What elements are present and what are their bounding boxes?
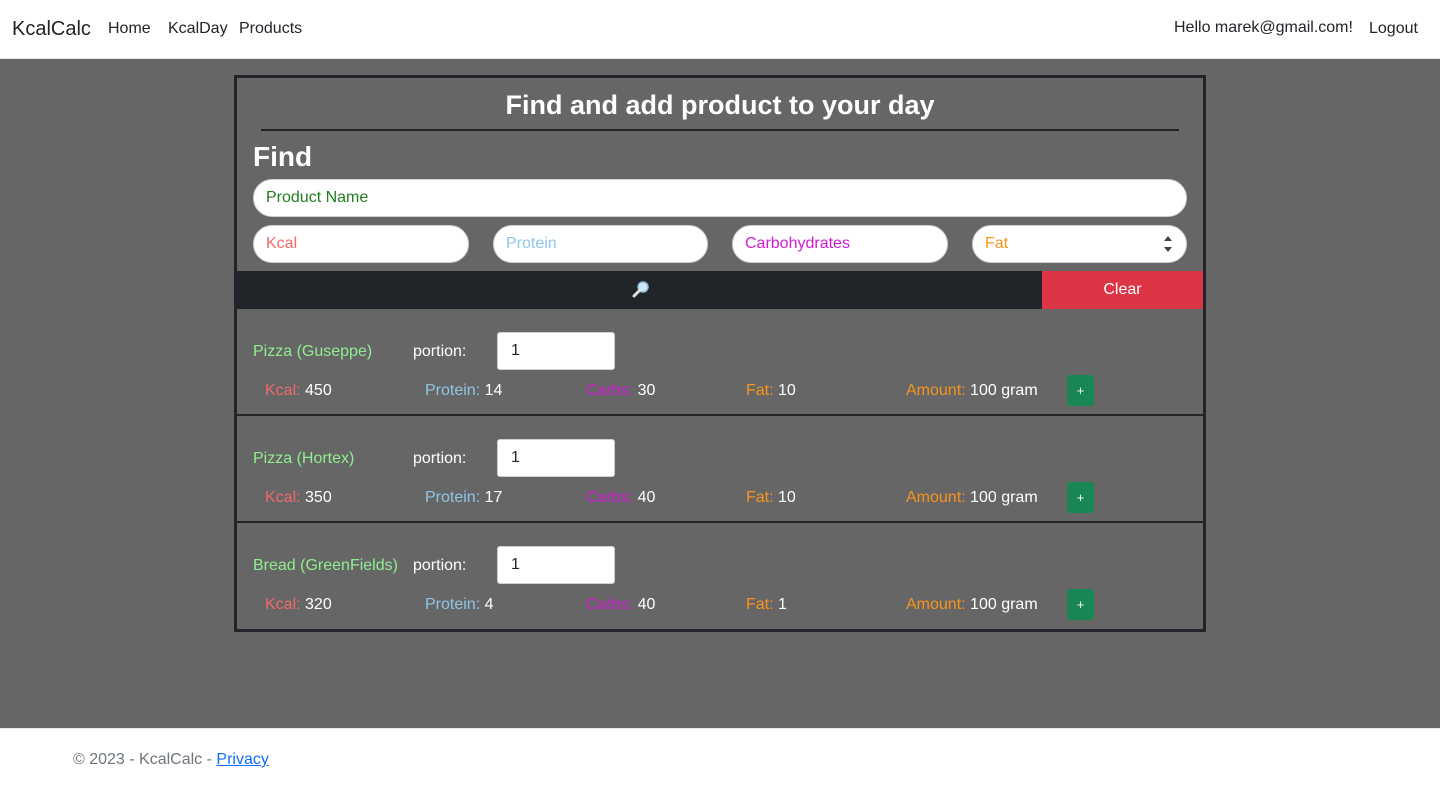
fat-stat: Fat: 10 [746,489,796,507]
product-row: Bread (GreenFields) portion: 1 Kcal: 320… [237,523,1203,630]
fat-label: Fat: [746,596,774,613]
carbs-stat: Carbs: 40 [586,489,655,507]
product-name: Pizza (Hortex) [253,450,355,467]
fat-stat: Fat: 1 [746,596,787,614]
kcal-input[interactable]: Kcal [253,225,469,263]
protein-stat: Protein: 4 [425,596,494,614]
kcal-value: 350 [305,489,332,506]
protein-stat: Protein: 14 [425,382,502,400]
nav-link-kcalday[interactable]: KcalDay [168,20,228,38]
product-row: Pizza (Guseppe) portion: 1 Kcal: 450 Pro… [237,309,1203,416]
protein-label: Protein: [425,382,481,399]
fat-placeholder: Fat [985,235,1009,252]
kcal-label: Kcal: [265,382,301,399]
clear-button[interactable]: Clear [1042,271,1203,309]
portion-input[interactable]: 1 [497,439,615,477]
amount-stat: Amount: 100 gram [906,489,1038,507]
kcal-stat: Kcal: 350 [265,489,332,507]
protein-value: 4 [484,596,494,613]
user-greeting: Hello marek@gmail.com! [1174,19,1353,36]
carbohydrates-input[interactable]: Carbohydrates [732,225,948,263]
amount-value: 100 gram [970,596,1038,613]
fat-input[interactable]: Fat [972,225,1187,263]
search-button[interactable] [237,271,1042,309]
amount-stat: Amount: 100 gram [906,596,1038,614]
add-product-button[interactable]: + [1067,375,1094,406]
portion-label: portion: [413,557,467,574]
navbar: KcalCalc Home KcalDay Products Hello mar… [0,0,1440,59]
privacy-link[interactable]: Privacy [216,751,268,768]
title-divider [261,129,1179,131]
protein-label: Protein: [425,489,481,506]
portion-input[interactable]: 1 [497,332,615,370]
carbs-value: 40 [637,489,656,506]
footer-text: © 2023 - KcalCalc - Privacy [73,751,269,769]
protein-stat: Protein: 17 [425,489,502,507]
carbs-label: Carbs: [586,489,634,506]
find-product-panel: Find and add product to your day Find Pr… [234,75,1206,632]
fat-value: 1 [778,596,787,613]
add-product-button[interactable]: + [1067,589,1094,620]
fat-value: 10 [778,382,796,399]
fat-value: 10 [778,489,796,506]
number-spinner-icon[interactable] [1162,234,1174,254]
amount-value: 100 gram [970,382,1038,399]
kcal-label: Kcal: [265,489,301,506]
portion-input[interactable]: 1 [497,546,615,584]
carbs-stat: Carbs: 30 [586,382,655,400]
nav-link-home[interactable]: Home [108,20,151,38]
product-name-input[interactable]: Product Name [253,179,1187,217]
footer: © 2023 - KcalCalc - Privacy [0,728,1440,789]
add-product-button[interactable]: + [1067,482,1094,513]
protein-value: 14 [484,382,503,399]
carbs-label: Carbs: [586,382,634,399]
carbs-value: 30 [637,382,656,399]
kcal-value: 450 [305,382,332,399]
protein-value: 17 [484,489,503,506]
carbs-value: 40 [637,596,656,613]
product-name: Bread (GreenFields) [253,557,398,574]
amount-label: Amount: [906,489,966,506]
amount-label: Amount: [906,596,966,613]
portion-label: portion: [413,450,467,467]
kcal-stat: Kcal: 450 [265,382,332,400]
kcal-value: 320 [305,596,332,613]
protein-label: Protein: [425,596,481,613]
fat-stat: Fat: 10 [746,382,796,400]
copyright-text: © 2023 - KcalCalc - [73,751,217,768]
find-heading: Find [253,141,313,172]
amount-label: Amount: [906,382,966,399]
amount-stat: Amount: 100 gram [906,382,1038,400]
product-row: Pizza (Hortex) portion: 1 Kcal: 350 Prot… [237,416,1203,523]
panel-title: Find and add product to your day [505,90,935,120]
carbs-label: Carbs: [586,596,634,613]
amount-value: 100 gram [970,489,1038,506]
magnifier-icon [632,281,649,298]
nav-link-products[interactable]: Products [239,20,302,38]
brand-link[interactable]: KcalCalc [12,18,91,41]
fat-label: Fat: [746,489,774,506]
protein-input[interactable]: Protein [493,225,708,263]
portion-label: portion: [413,343,467,360]
carbs-stat: Carbs: 40 [586,596,655,614]
fat-label: Fat: [746,382,774,399]
logout-link[interactable]: Logout [1369,20,1418,38]
kcal-stat: Kcal: 320 [265,596,332,614]
product-name: Pizza (Guseppe) [253,343,373,360]
kcal-label: Kcal: [265,596,301,613]
